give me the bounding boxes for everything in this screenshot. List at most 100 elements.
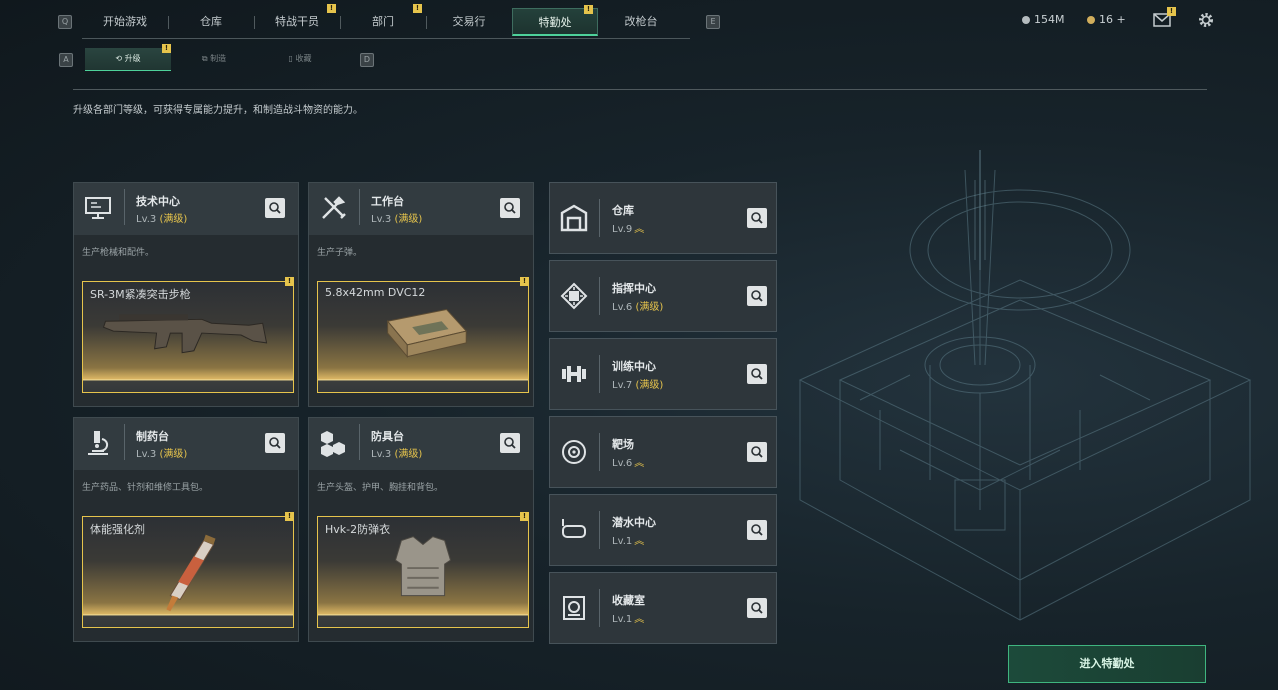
inspect-button[interactable] xyxy=(500,433,520,453)
magnifier-icon xyxy=(504,437,516,449)
tab-label: 特勤处 xyxy=(538,16,572,29)
department-row-collection-room[interactable]: 收藏室 Lv.1 ︽ xyxy=(549,572,777,644)
cubes-icon xyxy=(321,431,345,457)
tab-warehouse[interactable]: 仓库 xyxy=(168,8,254,36)
notification-badge: ! xyxy=(584,5,593,14)
inspect-button[interactable] xyxy=(747,598,767,618)
magnifier-icon xyxy=(751,602,763,614)
nav-right-key[interactable]: E xyxy=(706,15,720,29)
divider xyxy=(359,424,360,460)
inspect-button[interactable] xyxy=(747,364,767,384)
department-row-diving-center[interactable]: 潜水中心 Lv.1 ︽ xyxy=(549,494,777,566)
department-name: 技术中心 xyxy=(136,195,180,208)
inspect-button[interactable] xyxy=(265,198,285,218)
magnifier-icon xyxy=(751,524,763,536)
department-card-workbench[interactable]: 工作台 Lv.3 (满级) 生产子弹。 5.8x42mm DVC12 ! xyxy=(308,182,534,407)
department-description: 生产药品、针剂和维修工具包。 xyxy=(82,483,209,493)
notification-badge: ! xyxy=(327,4,336,13)
inspect-button[interactable] xyxy=(747,520,767,540)
inspect-button[interactable] xyxy=(747,208,767,228)
coin-value: 16 + xyxy=(1099,13,1126,26)
upgrade-arrow-icon: ︽ xyxy=(634,224,645,235)
department-name: 制药台 xyxy=(136,430,169,443)
department-row-command-center[interactable]: 指挥中心 Lv.6 (满级) xyxy=(549,260,777,332)
tab-label: 交易行 xyxy=(452,15,486,28)
chip-icon xyxy=(560,282,588,310)
department-name: 指挥中心 xyxy=(612,282,656,295)
department-name: 工作台 xyxy=(371,195,404,208)
tab-start-game[interactable]: 开始游戏 xyxy=(82,8,168,36)
tab-special-ops[interactable]: 特勤处 ! xyxy=(512,5,598,36)
facility-blueprint-image xyxy=(798,150,1252,621)
upgrade-arrow-icon: ︽ xyxy=(634,536,645,547)
target-icon xyxy=(562,440,586,464)
department-row-shooting-range[interactable]: 靶场 Lv.6 ︽ xyxy=(549,416,777,488)
currency-icon xyxy=(1022,15,1030,24)
subtab-collection[interactable]: ▯ 收藏 xyxy=(257,48,343,70)
department-card-pharmacy[interactable]: 制药台 Lv.3 (满级) 生产药品、针剂和维修工具包。 体能强化剂 ! xyxy=(73,417,299,642)
department-name: 潜水中心 xyxy=(612,516,656,529)
tab-operators[interactable]: 特战干员 ! xyxy=(254,4,340,36)
coin-display[interactable]: 16 + xyxy=(1087,13,1126,26)
inspect-button[interactable] xyxy=(500,198,520,218)
magnifier-icon xyxy=(751,446,763,458)
subnav-right-key[interactable]: D xyxy=(360,53,374,67)
settings-gear-icon[interactable] xyxy=(1197,11,1215,29)
department-card-tech-center[interactable]: 技术中心 Lv.3 (满级) 生产枪械和配件。 SR-3M紧凑突击步枪 ! xyxy=(73,182,299,407)
department-row-warehouse[interactable]: 仓库 Lv.9 ︽ xyxy=(549,182,777,254)
notification-badge: ! xyxy=(520,512,529,521)
craft-item-slot[interactable]: 体能强化剂 ! xyxy=(82,512,294,628)
department-level: Lv.1 ︽ xyxy=(612,610,644,625)
department-name: 训练中心 xyxy=(612,360,656,373)
max-level-label: (满级) xyxy=(635,302,664,313)
department-description: 生产子弹。 xyxy=(317,248,363,258)
inspect-button[interactable] xyxy=(265,433,285,453)
magnifier-icon xyxy=(751,368,763,380)
divider xyxy=(73,89,1207,90)
department-description: 生产头盔、护甲、胸挂和背包。 xyxy=(317,483,444,493)
microscope-icon xyxy=(88,431,108,455)
department-row-training-center[interactable]: 训练中心 Lv.7 (满级) xyxy=(549,338,777,410)
divider xyxy=(599,277,600,315)
level-value: Lv.3 xyxy=(371,449,392,460)
tab-label: 仓库 xyxy=(200,15,222,28)
notification-badge: ! xyxy=(413,4,422,13)
subtab-label: 收藏 xyxy=(295,54,312,63)
inspect-button[interactable] xyxy=(747,442,767,462)
enter-special-ops-button[interactable]: 进入特勤处 xyxy=(1008,645,1206,683)
magnifier-icon xyxy=(269,202,281,214)
craft-item-name: Hvk-2防弹衣 xyxy=(325,523,391,536)
department-level: Lv.6 ︽ xyxy=(612,454,644,469)
subtab-label: 升级 xyxy=(124,54,141,63)
level-value: Lv.3 xyxy=(136,214,157,225)
level-value: Lv.1 xyxy=(612,614,633,625)
subtab-label: 制造 xyxy=(210,54,227,63)
subtab-upgrade[interactable]: ⟲ 升级 ! xyxy=(85,44,171,71)
subnav-left-key[interactable]: A xyxy=(59,53,73,67)
craft-item-slot[interactable]: SR-3M紧凑突击步枪 ! xyxy=(82,277,294,393)
dumbbell-icon xyxy=(562,366,586,382)
department-level: Lv.6 (满级) xyxy=(612,298,663,313)
department-description: 生产枪械和配件。 xyxy=(82,248,155,258)
subtab-craft[interactable]: ⧉ 制造 xyxy=(171,48,257,70)
magnifier-icon xyxy=(504,202,516,214)
nav-left-key[interactable]: Q xyxy=(58,15,72,29)
department-level: Lv.9 ︽ xyxy=(612,220,644,235)
craft-item-slot[interactable]: Hvk-2防弹衣 ! xyxy=(317,512,529,628)
level-value: Lv.6 xyxy=(612,302,633,313)
tab-trading[interactable]: 交易行 xyxy=(426,8,512,36)
tab-department[interactable]: 部门 ! xyxy=(340,4,426,36)
goggles-icon xyxy=(562,519,586,538)
upgrade-arrow-icon: ︽ xyxy=(634,614,645,625)
coin-icon xyxy=(1087,15,1095,24)
craft-item-slot[interactable]: 5.8x42mm DVC12 ! xyxy=(317,277,529,393)
magnifier-icon xyxy=(751,212,763,224)
tab-label: 改枪台 xyxy=(624,15,658,28)
divider xyxy=(359,189,360,225)
computer-icon xyxy=(85,197,111,219)
tab-label: 部门 xyxy=(372,15,394,28)
tab-gunsmith[interactable]: 改枪台 xyxy=(598,8,684,36)
inspect-button[interactable] xyxy=(747,286,767,306)
department-card-armor-bench[interactable]: 防具台 Lv.3 (满级) 生产头盔、护甲、胸挂和背包。 Hvk-2防弹衣 ! xyxy=(308,417,534,642)
magnifier-icon xyxy=(751,290,763,302)
